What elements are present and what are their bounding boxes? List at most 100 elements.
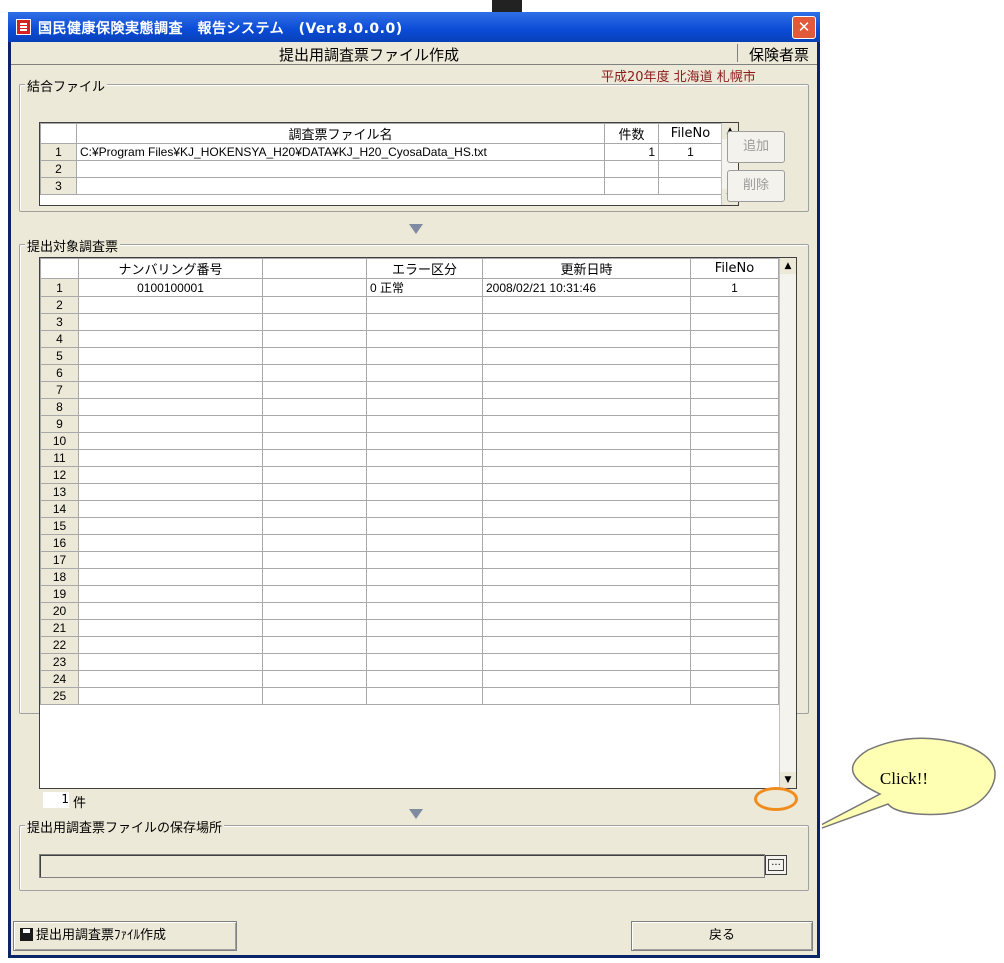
back-button[interactable]: 戻る (631, 921, 813, 951)
header-count: 件数 (604, 123, 659, 144)
header-blank (262, 258, 367, 279)
fileno-cell (690, 330, 779, 348)
create-file-button[interactable]: 提出用調査票ﾌｧｲﾙ作成 (13, 921, 237, 951)
table-row[interactable]: 10 (40, 432, 779, 450)
title-bar[interactable]: 国民健康保険実態調査 報告システム (Ver.8.0.0.0) ✕ (8, 12, 820, 42)
numbering-cell (78, 500, 263, 518)
table-row[interactable]: 22 (40, 636, 779, 654)
target-forms-grid[interactable]: ナンバリング番号 エラー区分 更新日時 FileNo 1 0100100001 0 … (39, 257, 797, 789)
numbering-cell (78, 296, 263, 314)
table-row[interactable]: 13 (40, 483, 779, 501)
numbering-cell (78, 619, 263, 637)
row-number: 3 (40, 177, 77, 195)
blank-cell (262, 432, 367, 450)
row-number: 1 (40, 278, 79, 297)
error-type-cell (366, 500, 483, 518)
updated-cell (482, 330, 691, 348)
table-row[interactable]: 1 C:¥Program Files¥KJ_HOKENSYA_H20¥DATA¥K… (40, 143, 723, 161)
row-number: 18 (40, 568, 79, 586)
table-row[interactable]: 18 (40, 568, 779, 586)
updated-cell (482, 483, 691, 501)
error-type-cell (366, 381, 483, 399)
numbering-cell (78, 449, 263, 467)
error-type-cell (366, 517, 483, 535)
updated-cell (482, 449, 691, 467)
table-row[interactable]: 20 (40, 602, 779, 620)
table-row[interactable]: 15 (40, 517, 779, 535)
down-arrow-icon (409, 224, 423, 234)
table-row[interactable]: 21 (40, 619, 779, 637)
header-rownum (40, 258, 79, 279)
row-number: 5 (40, 347, 79, 365)
error-type-cell (366, 551, 483, 569)
table-row[interactable]: 3 (40, 313, 779, 331)
row-number: 3 (40, 313, 79, 331)
browse-button[interactable]: ... (765, 855, 787, 875)
table-row[interactable]: 9 (40, 415, 779, 433)
table-row[interactable]: 12 (40, 466, 779, 484)
error-type-cell (366, 432, 483, 450)
blank-cell (262, 500, 367, 518)
updated-cell (482, 585, 691, 603)
table-row[interactable]: 7 (40, 381, 779, 399)
fileno-cell (690, 483, 779, 501)
fileno-cell (690, 347, 779, 365)
updated-cell (482, 466, 691, 484)
row-number: 17 (40, 551, 79, 569)
scroll-down-icon[interactable]: ▼ (780, 772, 796, 788)
error-type-cell (366, 534, 483, 552)
table-row[interactable]: 3 (40, 177, 723, 195)
fileno-cell (690, 636, 779, 654)
blank-cell (262, 449, 367, 467)
table-row[interactable]: 8 (40, 398, 779, 416)
table-row[interactable]: 1 0100100001 0 正常 2008/02/21 10:31:46 1 (40, 278, 779, 297)
floppy-disk-icon (20, 928, 33, 941)
save-location-label: 提出用調査票ファイルの保存場所 (25, 817, 225, 836)
table-row[interactable]: 6 (40, 364, 779, 382)
blank-cell (262, 296, 367, 314)
table-row[interactable]: 11 (40, 449, 779, 467)
table-row[interactable]: 17 (40, 551, 779, 569)
delete-file-button[interactable]: 削除 (727, 170, 785, 202)
error-type-cell (366, 483, 483, 501)
row-number: 12 (40, 466, 79, 484)
table-row[interactable]: 23 (40, 653, 779, 671)
close-button[interactable]: ✕ (792, 16, 816, 39)
save-path-field[interactable] (39, 854, 765, 878)
add-file-button[interactable]: 追加 (727, 131, 785, 163)
table-row[interactable]: 16 (40, 534, 779, 552)
target-scrollbar[interactable]: ▲ ▼ (779, 258, 796, 788)
scroll-up-icon[interactable]: ▲ (780, 258, 796, 274)
location-label: 平成20年度 北海道 札幌市 (601, 70, 756, 85)
table-row[interactable]: 25 (40, 687, 779, 705)
table-row[interactable]: 2 (40, 296, 779, 314)
numbering-cell (78, 517, 263, 535)
numbering-cell (78, 653, 263, 671)
row-number: 2 (40, 160, 77, 178)
numbering-cell (78, 415, 263, 433)
table-row[interactable]: 14 (40, 500, 779, 518)
table-row[interactable]: 24 (40, 670, 779, 688)
numbering-cell (78, 687, 263, 705)
click-callout: Click!! (822, 737, 996, 829)
fileno-cell (690, 313, 779, 331)
numbering-cell (78, 313, 263, 331)
header-fileno: FileNo (690, 258, 779, 279)
numbering-cell (78, 534, 263, 552)
combined-files-grid[interactable]: 調査票ファイル名 件数 FileNo 1 C:¥Program Files¥KJ_… (39, 122, 739, 206)
fileno-cell (690, 449, 779, 467)
table-row[interactable]: 19 (40, 585, 779, 603)
blank-cell (262, 415, 367, 433)
table-row[interactable]: 4 (40, 330, 779, 348)
table-row[interactable]: 2 (40, 160, 723, 178)
fileno-cell (658, 177, 723, 195)
blank-cell (262, 653, 367, 671)
updated-cell (482, 313, 691, 331)
blank-cell (262, 517, 367, 535)
table-row[interactable]: 5 (40, 347, 779, 365)
row-number: 13 (40, 483, 79, 501)
header-bar: 提出用調査票ファイル作成 保険者票 (11, 42, 817, 65)
combined-files-label: 結合ファイル (25, 76, 108, 95)
fileno-cell (690, 415, 779, 433)
row-number: 1 (40, 143, 77, 161)
